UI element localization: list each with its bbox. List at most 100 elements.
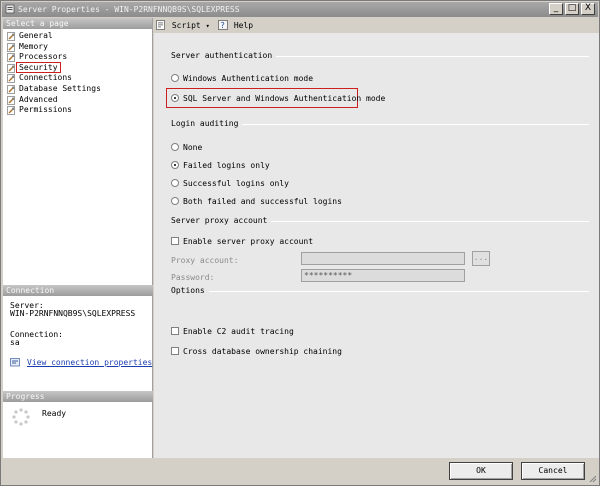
mixed-auth-label: SQL Server and Windows Authentication mo… (183, 94, 386, 103)
page-item-label: General (19, 31, 53, 40)
progress-status: Ready (42, 409, 67, 418)
page-item-memory[interactable]: Memory (3, 42, 152, 53)
page-item-label: Permissions (19, 105, 72, 115)
password-label: Password: (171, 273, 215, 282)
properties-icon (10, 358, 20, 367)
audit-both-label: Both failed and successful logins (183, 197, 342, 206)
divider (254, 221, 589, 222)
progress-header: Progress (3, 391, 153, 402)
script-button[interactable]: Script ▾ (156, 20, 210, 31)
audit-both-radio[interactable]: Both failed and successful logins (171, 197, 342, 207)
view-connection-properties-link[interactable]: View connection properties (10, 358, 152, 367)
page-item-general[interactable]: General (3, 31, 152, 42)
window-controls: _ □ X (549, 3, 595, 15)
login-auditing-title: Login auditing (171, 119, 243, 128)
wrench-page-icon (7, 95, 15, 105)
page-item-connections[interactable]: Connections (3, 73, 152, 84)
page-item-advanced[interactable]: Advanced (3, 95, 152, 106)
cross-db-label: Cross database ownership chaining (183, 347, 342, 356)
audit-success-radio[interactable]: Successful logins only (171, 179, 289, 189)
wrench-page-icon (7, 32, 15, 41)
wrench-page-icon (7, 42, 15, 52)
password-input[interactable]: ********** (301, 269, 465, 282)
checkbox[interactable] (171, 327, 179, 335)
wrench-page-icon (7, 63, 15, 73)
select-page-header: Select a page (3, 18, 152, 29)
wrench-page-icon (7, 106, 15, 116)
minimize-button[interactable]: _ (549, 3, 563, 15)
audit-none-label: None (183, 143, 203, 152)
divider (254, 56, 589, 57)
title-bar[interactable]: Server Properties - WIN-P2RNFNNQB9S\SQLE… (2, 2, 598, 17)
page-item-label: Database Settings (19, 83, 101, 93)
toolbar: Script ▾ ? Help (154, 18, 599, 32)
security-page: Server authentication Windows Authentica… (154, 33, 599, 458)
radio-button-selected[interactable] (171, 94, 179, 102)
cancel-button[interactable]: Cancel (521, 462, 585, 480)
audit-failed-label: Failed logins only (183, 161, 270, 170)
ok-button[interactable]: OK (449, 462, 513, 480)
help-label: Help (233, 21, 254, 30)
audit-failed-radio[interactable]: Failed logins only (171, 161, 270, 171)
enable-proxy-label: Enable server proxy account (183, 237, 314, 246)
left-panel: Select a page General Memory Processors … (3, 18, 153, 458)
windows-auth-radio[interactable]: Windows Authentication mode (171, 74, 313, 84)
mixed-auth-radio[interactable]: SQL Server and Windows Authentication mo… (171, 94, 385, 104)
proxy-account-label: Proxy account: (171, 256, 239, 265)
wrench-page-icon (7, 85, 15, 94)
radio-button[interactable] (171, 143, 179, 151)
page-list: General Memory Processors Security Conne… (3, 29, 152, 116)
page-item-label: Connections (19, 73, 72, 83)
cross-db-checkbox[interactable]: Cross database ownership chaining (171, 347, 342, 357)
dialog-footer: OK Cancel (3, 459, 599, 485)
checkbox[interactable] (171, 237, 179, 245)
divider (234, 124, 589, 125)
page-item-database-settings[interactable]: Database Settings (3, 84, 152, 95)
page-item-processors[interactable]: Processors (3, 52, 152, 63)
close-button[interactable]: X (581, 3, 595, 15)
page-item-security[interactable]: Security (3, 61, 152, 74)
connection-header: Connection (3, 285, 153, 296)
resize-grip-icon[interactable] (587, 473, 597, 483)
script-label: Script (171, 21, 201, 30)
connection-details: Server: WIN-P2RNFNNQB9S\SQLEXPRESS Conne… (3, 296, 153, 347)
page-item-label: Processors (19, 52, 68, 62)
radio-button[interactable] (171, 74, 179, 82)
audit-none-radio[interactable]: None (171, 143, 202, 153)
server-auth-title: Server authentication (171, 51, 277, 60)
page-item-label: Advanced (19, 94, 58, 104)
help-button[interactable]: ? Help (218, 20, 253, 31)
connection-label: Connection: (10, 330, 63, 339)
audit-success-label: Successful logins only (183, 179, 289, 188)
server-properties-window: Server Properties - WIN-P2RNFNNQB9S\SQLE… (0, 0, 600, 486)
divider (202, 291, 589, 292)
radio-button[interactable] (171, 179, 179, 187)
script-icon (156, 20, 165, 30)
options-title: Options (171, 286, 209, 295)
wrench-page-icon (7, 53, 15, 63)
browse-button[interactable]: ... (472, 251, 490, 266)
wrench-page-icon (7, 74, 15, 84)
connection-section: Connection Server: WIN-P2RNFNNQB9S\SQLEX… (3, 285, 153, 367)
c2-audit-label: Enable C2 audit tracing (183, 327, 294, 336)
page-item-permissions[interactable]: Permissions (3, 105, 152, 116)
server-value: WIN-P2RNFNNQB9S\SQLEXPRESS (10, 309, 136, 318)
help-icon: ? (218, 20, 228, 30)
enable-proxy-checkbox[interactable]: Enable server proxy account (171, 237, 313, 247)
windows-auth-label: Windows Authentication mode (183, 74, 314, 83)
c2-audit-checkbox[interactable]: Enable C2 audit tracing (171, 327, 294, 337)
checkbox[interactable] (171, 347, 179, 355)
proxy-account-input[interactable] (301, 252, 465, 265)
maximize-button[interactable]: □ (565, 3, 579, 15)
server-properties-icon (5, 4, 15, 14)
radio-button[interactable] (171, 197, 179, 205)
progress-spinner-icon (12, 408, 30, 426)
page-item-label: Memory (19, 41, 48, 51)
proxy-title: Server proxy account (171, 216, 272, 225)
radio-button-selected[interactable] (171, 161, 179, 169)
progress-section: Progress Ready (3, 391, 153, 426)
chevron-down-icon[interactable]: ▾ (206, 22, 210, 30)
svg-text:?: ? (221, 21, 225, 30)
view-connection-link-text: View connection properties (27, 358, 153, 367)
connection-value: sa (10, 338, 20, 347)
